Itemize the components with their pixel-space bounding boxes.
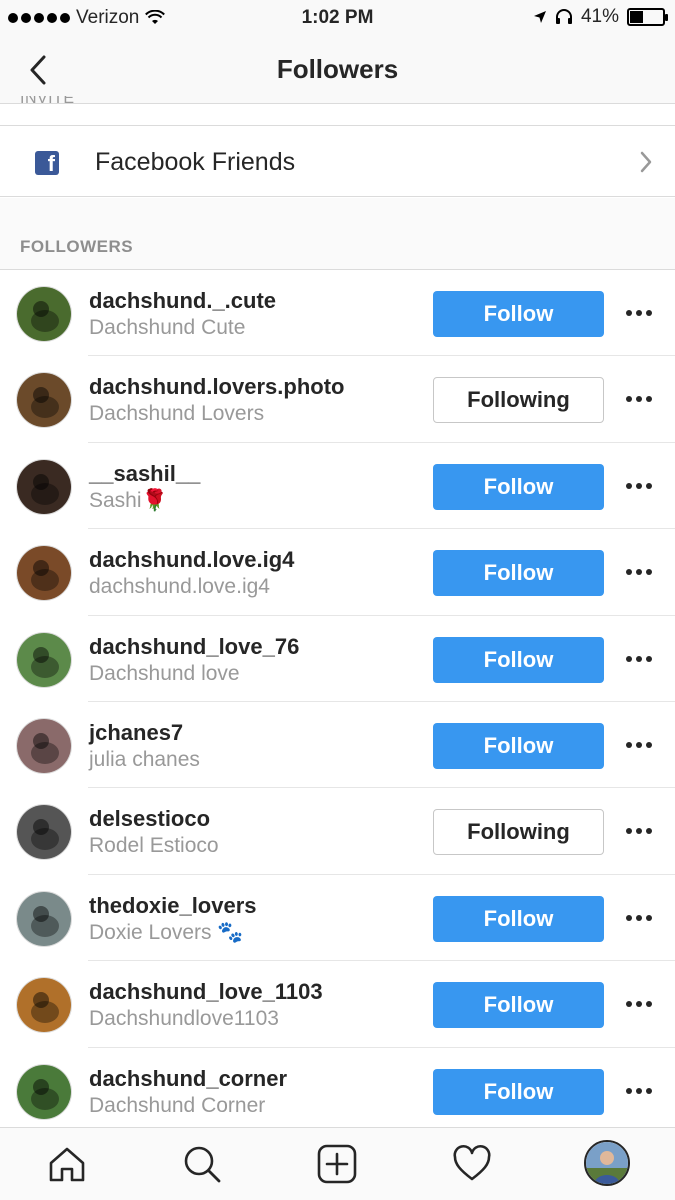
- follower-fullname: Dachshund Corner: [89, 1093, 266, 1117]
- avatar[interactable]: [16, 977, 72, 1034]
- facebook-friends-row[interactable]: f Facebook Friends: [0, 125, 675, 197]
- follower-row[interactable]: dachshund_corner Dachshund Corner Follow: [0, 1048, 675, 1134]
- more-options-icon[interactable]: [626, 482, 652, 491]
- profile-avatar[interactable]: [584, 1140, 630, 1186]
- follower-row[interactable]: dachshund._.cute Dachshund Cute Follow: [0, 270, 675, 357]
- following-button[interactable]: Following: [433, 377, 604, 424]
- facebook-friends-label: Facebook Friends: [95, 148, 296, 176]
- more-options-icon[interactable]: [626, 828, 652, 836]
- heart-icon[interactable]: [452, 1144, 492, 1184]
- follower-row[interactable]: __sashil__ Sashi🌹 Follow: [0, 443, 675, 530]
- avatar[interactable]: [16, 804, 72, 861]
- follower-fullname: Doxie Lovers 🐾: [89, 920, 244, 944]
- page-title: Followers: [276, 54, 399, 84]
- follower-row[interactable]: jchanes7 julia chanes Follow: [0, 702, 675, 789]
- follower-username[interactable]: dachshund.love.ig4: [89, 547, 294, 573]
- follow-button[interactable]: Follow: [433, 1068, 604, 1115]
- more-options-icon[interactable]: [626, 655, 652, 664]
- follow-button[interactable]: Follow: [433, 636, 604, 683]
- follow-button[interactable]: Follow: [433, 550, 604, 597]
- follower-row[interactable]: dachshund.lovers.photo Dachshund Lovers …: [0, 356, 675, 443]
- search-icon[interactable]: [182, 1144, 222, 1184]
- follower-row[interactable]: dachshund.love.ig4 dachshund.love.ig4 Fo…: [0, 529, 675, 616]
- follow-button[interactable]: Follow: [433, 463, 604, 510]
- avatar[interactable]: [16, 545, 72, 602]
- follower-username[interactable]: dachshund_love_1103: [89, 979, 323, 1005]
- home-icon[interactable]: [47, 1144, 87, 1184]
- follower-fullname: Dachshund Cute: [89, 316, 246, 339]
- follower-username[interactable]: delsestioco: [89, 806, 210, 832]
- followers-section-header: FOLLOWERS: [0, 198, 675, 270]
- facebook-icon: f: [35, 151, 59, 175]
- battery-percent: 41%: [580, 6, 619, 27]
- avatar[interactable]: [16, 286, 72, 342]
- following-button[interactable]: Following: [433, 809, 604, 856]
- follower-row[interactable]: delsestioco Rodel Estioco Following: [0, 788, 675, 875]
- follower-fullname: Rodel Estioco: [89, 834, 219, 858]
- tab-bar: [0, 1127, 675, 1200]
- avatar[interactable]: [16, 458, 72, 515]
- more-options-icon[interactable]: [626, 1087, 652, 1096]
- follower-fullname: dachshund.love.ig4: [89, 575, 270, 599]
- follow-button[interactable]: Follow: [433, 982, 604, 1029]
- battery-icon: [627, 8, 668, 26]
- followers-list: dachshund._.cute Dachshund Cute Follow d…: [0, 270, 675, 1134]
- follower-username[interactable]: thedoxie_lovers: [89, 893, 257, 919]
- location-arrow-icon: [533, 11, 546, 23]
- follower-fullname: Dachshund love: [89, 661, 240, 685]
- invite-section-label: INVITE: [20, 96, 75, 107]
- follower-username[interactable]: __sashil__: [89, 461, 200, 487]
- follower-username[interactable]: dachshund_corner: [89, 1066, 287, 1092]
- follower-row[interactable]: thedoxie_lovers Doxie Lovers 🐾 Follow: [0, 875, 675, 962]
- follower-row[interactable]: dachshund_love_1103 Dachshundlove1103 Fo…: [0, 961, 675, 1048]
- followers-section-label: FOLLOWERS: [20, 237, 134, 256]
- avatar[interactable]: [16, 372, 72, 429]
- follower-fullname: Dachshundlove1103: [89, 1007, 279, 1031]
- follower-fullname: Dachshund Lovers: [89, 402, 265, 426]
- follower-username[interactable]: dachshund.lovers.photo: [89, 374, 344, 400]
- status-bar: Verizon 1:02 PM 41%: [0, 0, 675, 36]
- follower-fullname: Sashi🌹: [89, 488, 168, 512]
- add-post-icon[interactable]: [317, 1144, 357, 1184]
- avatar[interactable]: [16, 717, 72, 774]
- more-options-icon[interactable]: [626, 741, 652, 750]
- follower-row[interactable]: dachshund_love_76 Dachshund love Follow: [0, 616, 675, 702]
- follower-username[interactable]: dachshund_love_76: [89, 634, 299, 660]
- more-options-icon[interactable]: [626, 914, 652, 923]
- avatar[interactable]: [16, 890, 72, 947]
- more-options-icon[interactable]: [626, 1001, 652, 1009]
- more-options-icon[interactable]: [626, 310, 652, 318]
- follower-fullname: julia chanes: [89, 747, 200, 771]
- more-options-icon[interactable]: [626, 569, 652, 577]
- more-options-icon[interactable]: [626, 396, 652, 404]
- follower-username[interactable]: dachshund._.cute: [89, 288, 276, 314]
- nav-bar: Followers: [0, 36, 675, 104]
- status-right: 41%: [533, 6, 668, 28]
- follower-username[interactable]: jchanes7: [89, 720, 183, 746]
- avatar[interactable]: [16, 1063, 72, 1120]
- follow-button[interactable]: Follow: [433, 895, 604, 942]
- chevron-right-icon: [640, 151, 652, 173]
- follow-button[interactable]: Follow: [433, 722, 604, 769]
- headphones-icon: [555, 9, 572, 24]
- avatar[interactable]: [16, 631, 72, 688]
- follow-button[interactable]: Follow: [433, 291, 604, 337]
